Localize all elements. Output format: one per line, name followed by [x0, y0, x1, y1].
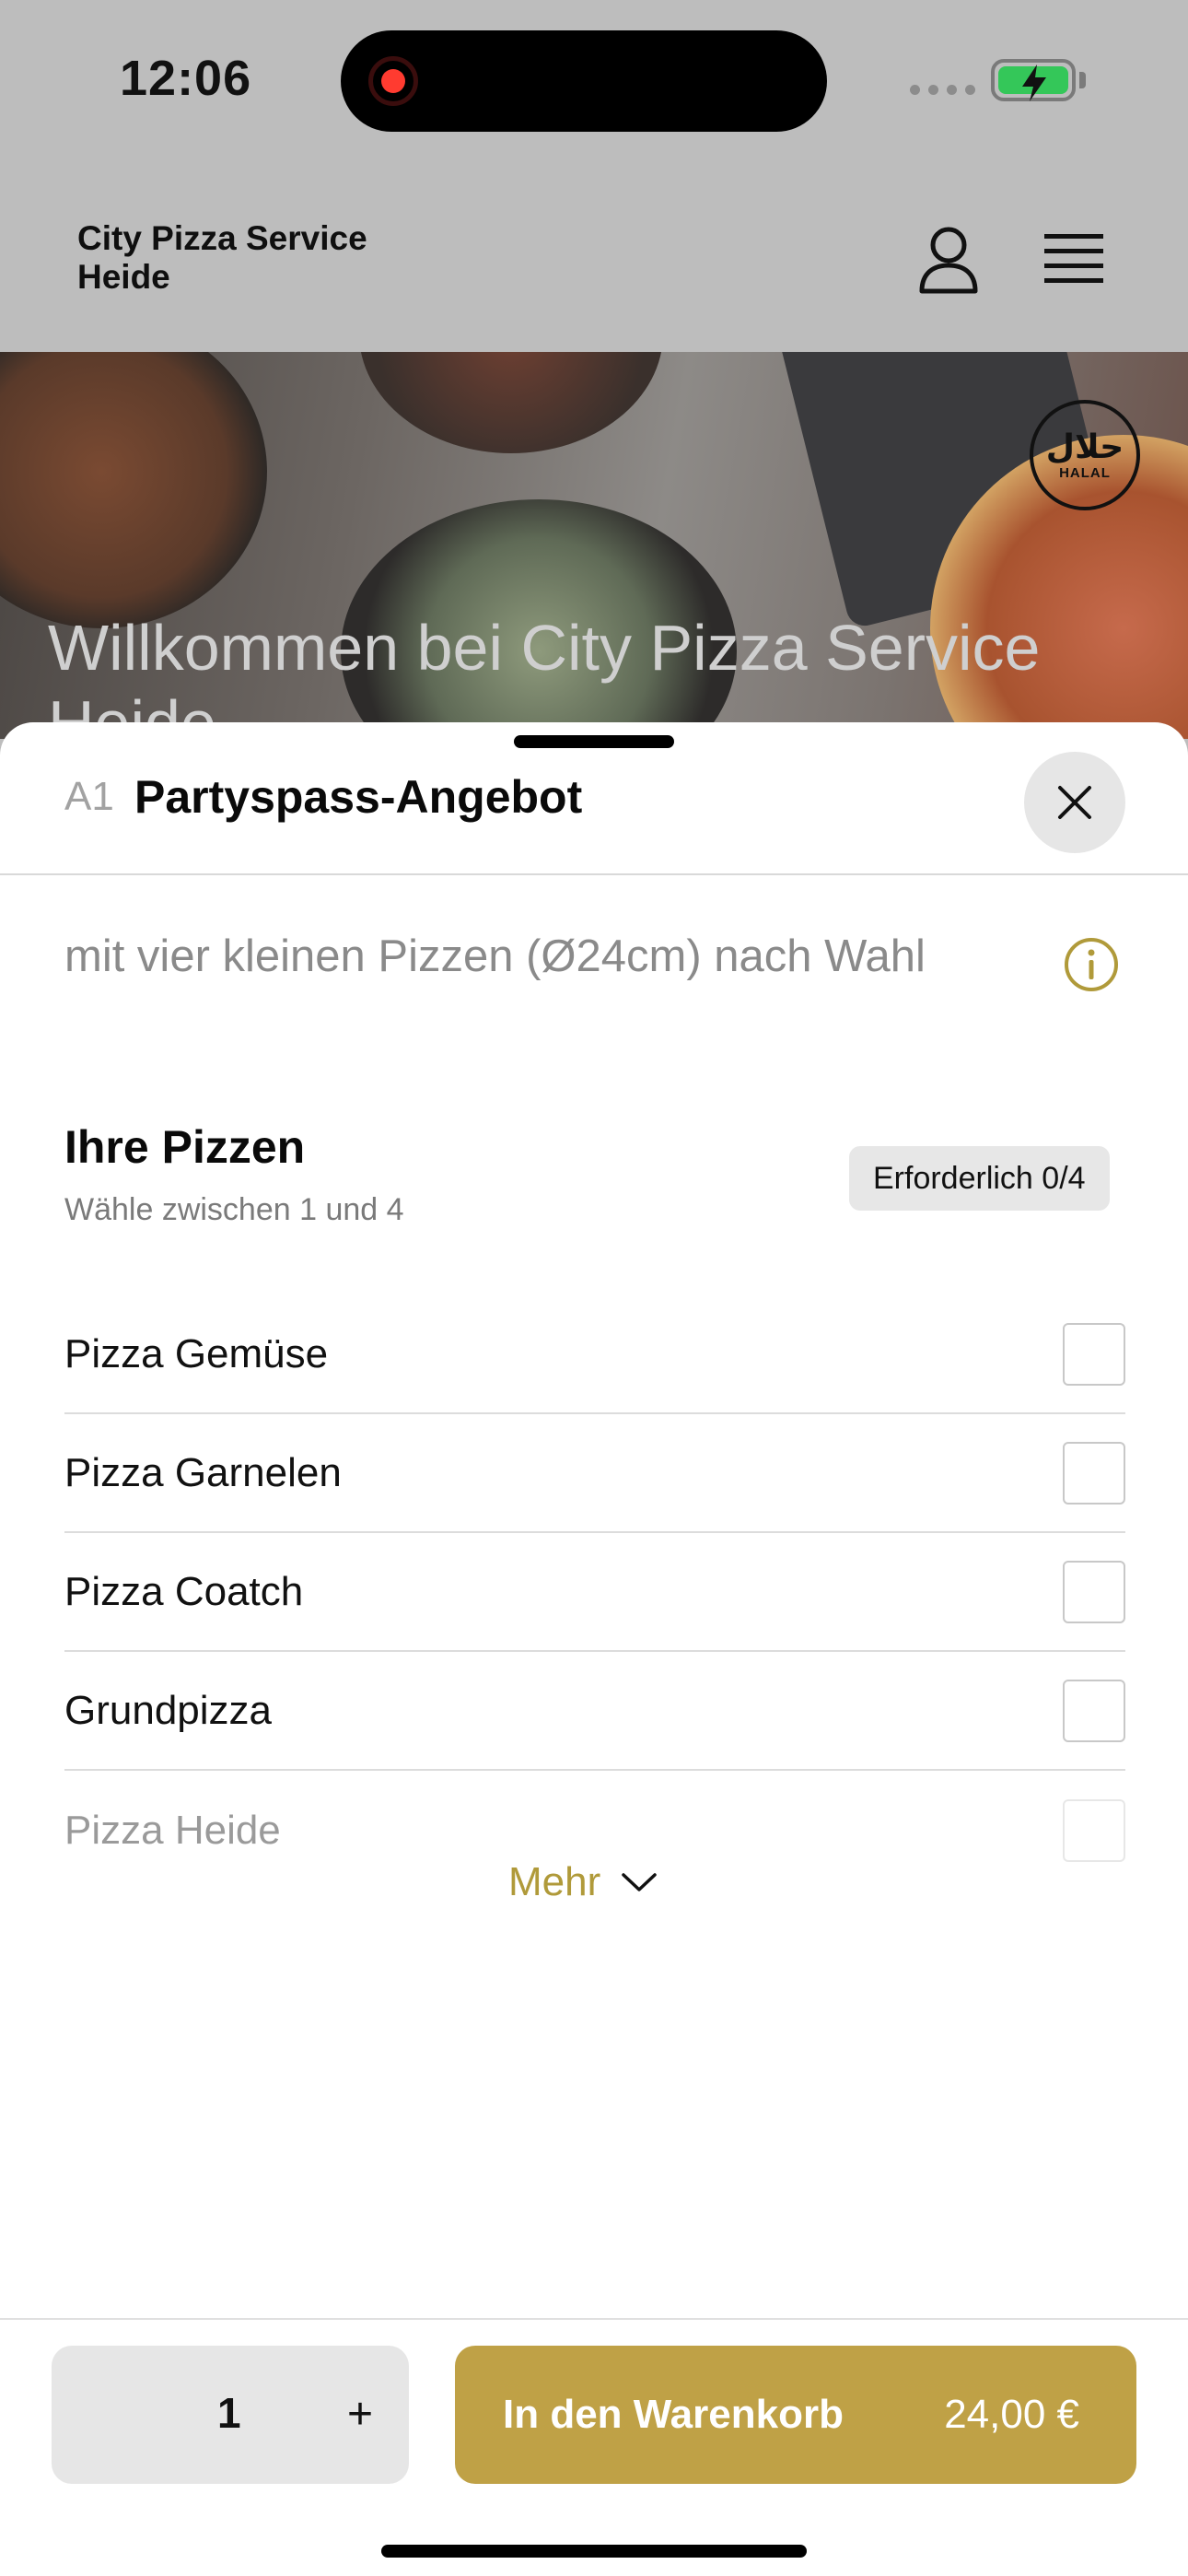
option-row-pizza-coatch[interactable]: Pizza Coatch — [64, 1533, 1125, 1652]
quantity-value: 1 — [217, 2389, 241, 2437]
info-icon[interactable] — [1063, 936, 1120, 993]
close-button[interactable] — [1024, 752, 1125, 853]
halal-badge: حلال HALAL — [1030, 400, 1140, 510]
recording-indicator-icon — [368, 56, 418, 106]
pizza-option-list: Pizza Gemüse Pizza Garnelen Pizza Coatch… — [64, 1295, 1125, 1890]
battery-icon — [991, 59, 1076, 101]
hamburger-menu-icon[interactable] — [1044, 232, 1103, 284]
status-bar: 12:06 — [0, 0, 1188, 166]
order-footer: 1 + In den Warenkorb 24,00 € — [0, 2318, 1188, 2576]
welcome-title: Willkommen bei City Pizza Service Heide — [48, 612, 1041, 739]
restaurant-name[interactable]: City Pizza Service Heide — [77, 219, 446, 297]
option-label: Pizza Garnelen — [64, 1449, 342, 1495]
home-indicator[interactable] — [381, 2545, 807, 2558]
add-to-cart-label: In den Warenkorb — [503, 2392, 844, 2437]
cellular-signal-icon — [910, 85, 975, 95]
option-label: Grundpizza — [64, 1687, 273, 1733]
option-label: Pizza Coatch — [64, 1568, 304, 1614]
halal-label: HALAL — [1059, 464, 1111, 481]
quantity-stepper: 1 + — [52, 2346, 409, 2484]
close-icon — [1058, 786, 1091, 819]
hero-banner: حلال HALAL Willkommen bei City Pizza Ser… — [0, 352, 1188, 739]
show-more-button[interactable]: Mehr — [508, 1859, 658, 1905]
increase-quantity-button[interactable]: + — [328, 2377, 392, 2451]
option-checkbox[interactable] — [1063, 1441, 1125, 1505]
option-checkbox[interactable] — [1063, 1560, 1125, 1623]
chevron-down-icon — [622, 1873, 657, 1891]
option-row-pizza-gemuese[interactable]: Pizza Gemüse — [64, 1295, 1125, 1414]
battery-tip — [1079, 72, 1086, 88]
option-row-pizza-garnelen[interactable]: Pizza Garnelen — [64, 1414, 1125, 1533]
option-group-subtitle: Wähle zwischen 1 und 4 — [64, 1192, 404, 1227]
show-more-label: Mehr — [508, 1859, 601, 1904]
price-label: 24,00 € — [944, 2392, 1079, 2437]
option-checkbox[interactable] — [1063, 1679, 1125, 1742]
option-group-title: Ihre Pizzen — [64, 1121, 306, 1173]
charging-bolt-icon — [1022, 64, 1046, 101]
option-checkbox[interactable] — [1063, 1798, 1125, 1862]
food-plate-image — [359, 352, 663, 453]
food-plate-image — [0, 352, 267, 628]
option-label: Pizza Heide — [64, 1807, 281, 1853]
option-row-grundpizza[interactable]: Grundpizza — [64, 1652, 1125, 1771]
item-title: Partyspass-Angebot — [134, 771, 583, 823]
status-time: 12:06 — [120, 51, 252, 106]
item-code: A1 — [64, 774, 114, 819]
sheet-header: A1 Partyspass-Angebot — [0, 722, 1188, 875]
option-label: Pizza Gemüse — [64, 1330, 329, 1376]
required-badge: Erforderlich 0/4 — [849, 1146, 1110, 1211]
dynamic-island — [341, 30, 827, 132]
option-checkbox[interactable] — [1063, 1322, 1125, 1386]
app-header: City Pizza Service Heide — [0, 166, 1188, 352]
product-bottom-sheet: A1 Partyspass-Angebot mit vier kleinen P… — [0, 722, 1188, 2576]
profile-icon[interactable] — [917, 225, 980, 295]
halal-arabic-text: حلال — [1045, 427, 1124, 466]
add-to-cart-button[interactable]: In den Warenkorb 24,00 € — [455, 2346, 1136, 2484]
item-description: mit vier kleinen Pizzen (Ø24cm) nach Wah… — [64, 931, 926, 981]
